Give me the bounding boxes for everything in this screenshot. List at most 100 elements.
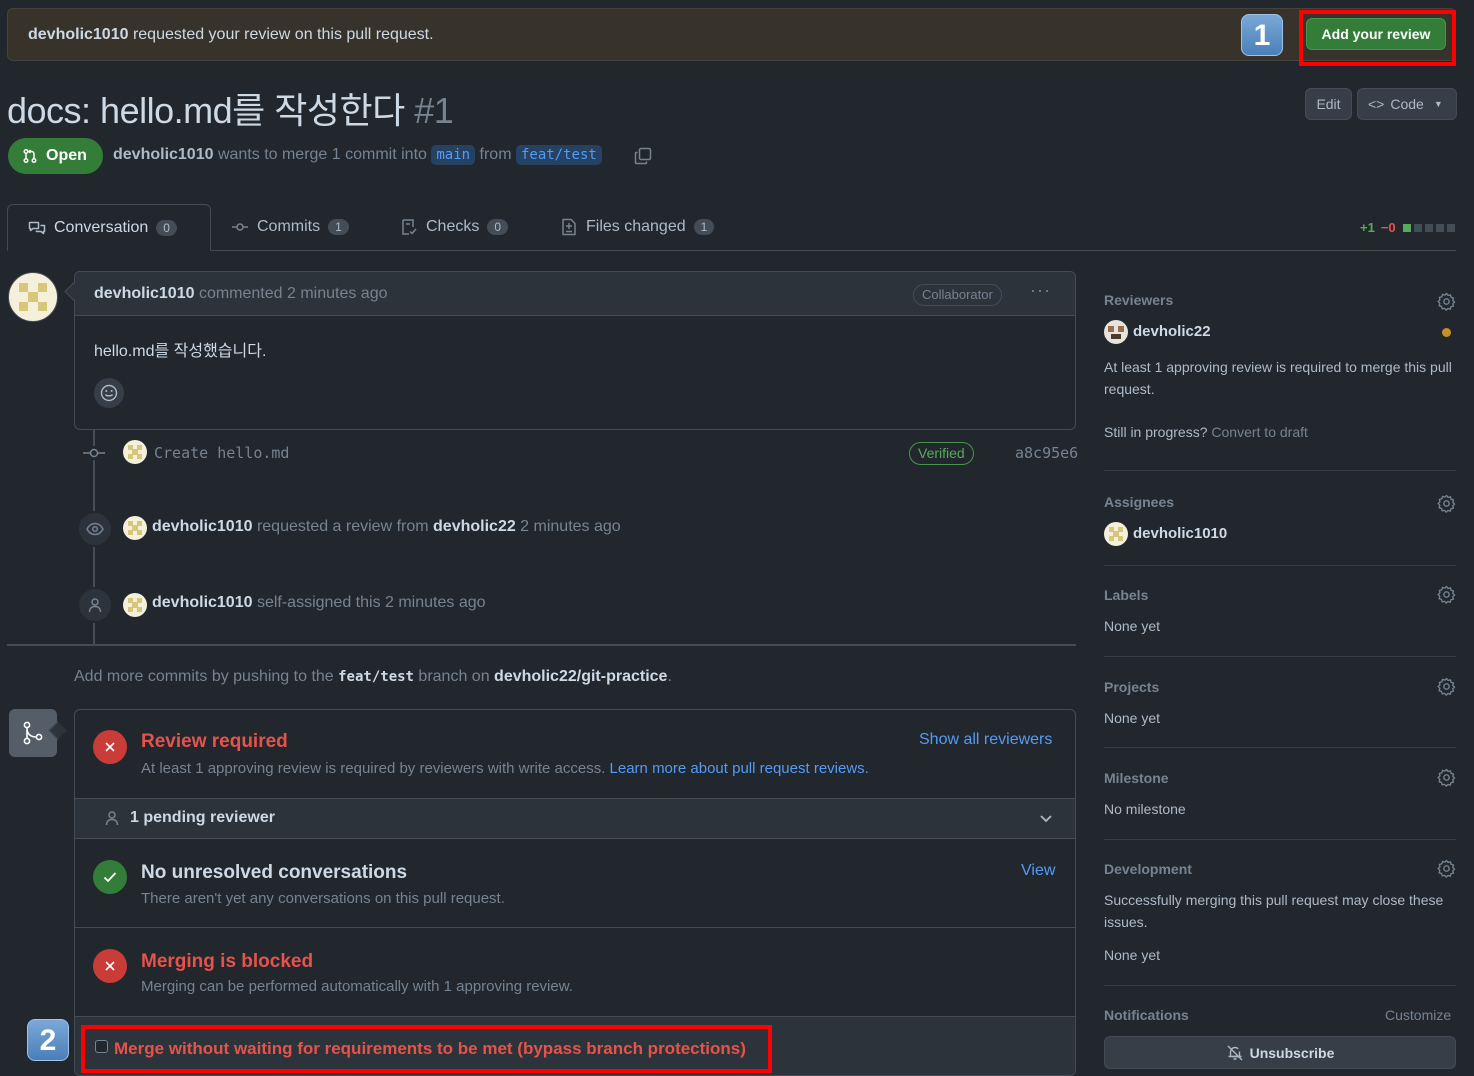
development-note: Successfully merging this pull request m… xyxy=(1104,892,1444,930)
pending-reviewer-row[interactable]: 1 pending reviewer xyxy=(75,798,1075,839)
event-user-link[interactable]: devholic1010 xyxy=(152,518,253,535)
tab-checks[interactable]: Checks 0 xyxy=(400,218,509,236)
commit-sha-link[interactable]: a8c95e6 xyxy=(1015,444,1078,462)
review-request-event: devholic1010 requested a review from dev… xyxy=(152,518,621,536)
avatar[interactable] xyxy=(1104,522,1128,546)
add-your-review-button[interactable]: Add your review xyxy=(1306,18,1446,50)
push-hint-prefix: Add more commits by pushing to the xyxy=(74,668,339,685)
comment-box: devholic1010 commented 2 minutes ago Col… xyxy=(74,271,1076,430)
tab-conversation-count: 0 xyxy=(156,219,177,236)
review-required-section: Review required At least 1 approving rev… xyxy=(75,710,1075,798)
self-assign-event: devholic1010 self-assigned this 2 minute… xyxy=(152,594,486,612)
reviewers-heading[interactable]: Reviewers xyxy=(1104,292,1173,308)
merge-box: Review required At least 1 approving rev… xyxy=(74,709,1076,1076)
still-in-progress: Still in progress? xyxy=(1104,424,1208,440)
smiley-icon xyxy=(100,384,118,402)
head-branch-link[interactable]: feat/test xyxy=(515,145,602,165)
view-conversations-link[interactable]: View xyxy=(1021,862,1055,880)
sidebar-divider xyxy=(1104,985,1456,986)
push-hint-suffix: . xyxy=(667,668,672,685)
banner-message: requested your review on this pull reque… xyxy=(128,26,434,43)
base-branch-link[interactable]: main xyxy=(431,145,476,165)
event-user-link[interactable]: devholic1010 xyxy=(152,594,253,611)
convert-to-draft-link[interactable]: Convert to draft xyxy=(1208,424,1308,440)
banner-text: devholic1010 requested your review on th… xyxy=(28,26,434,44)
comment-body: hello.md를 작성했습니다. xyxy=(94,343,267,360)
avatar[interactable] xyxy=(123,516,147,540)
show-all-reviewers-link[interactable]: Show all reviewers xyxy=(919,731,1052,749)
check-circle-icon xyxy=(93,860,127,894)
commit-icon xyxy=(232,223,248,231)
gear-icon[interactable] xyxy=(1437,292,1456,311)
pr-number: #1 xyxy=(414,90,454,131)
event-text: requested a review from xyxy=(252,518,434,535)
development-value: None yet xyxy=(1104,947,1161,963)
diffstat-block xyxy=(1446,223,1455,232)
bypass-label[interactable]: Merge without waiting for requirements t… xyxy=(114,1039,746,1059)
commit-message-link[interactable]: Create hello.md xyxy=(154,444,289,462)
review-required-text: At least 1 approving review is required … xyxy=(141,760,610,777)
page-title: docs: hello.md를 작성한다 #1 xyxy=(7,82,454,134)
assignees-heading[interactable]: Assignees xyxy=(1104,494,1174,510)
milestone-heading[interactable]: Milestone xyxy=(1104,770,1169,786)
reviewer-link[interactable]: devholic22 xyxy=(1133,321,1211,343)
sidebar-divider xyxy=(1104,839,1456,840)
file-diff-icon xyxy=(562,218,576,236)
add-reaction-button[interactable] xyxy=(94,378,124,408)
merge-summary: devholic1010 wants to merge 1 commit int… xyxy=(113,145,602,165)
pr-author-link[interactable]: devholic1010 xyxy=(113,146,214,163)
projects-heading[interactable]: Projects xyxy=(1104,679,1159,695)
pending-reviewer-label: 1 pending reviewer xyxy=(130,809,275,826)
gear-icon[interactable] xyxy=(1437,677,1456,696)
learn-more-link[interactable]: Learn more about pull request reviews. xyxy=(610,760,869,777)
push-hint: Add more commits by pushing to the feat/… xyxy=(74,668,672,686)
git-merge-icon xyxy=(9,709,57,757)
diffstat: +1 −0 xyxy=(1360,220,1455,235)
avatar[interactable] xyxy=(8,272,58,322)
code-button[interactable]: <> Code ▼ xyxy=(1357,88,1457,120)
avatar[interactable] xyxy=(1104,320,1128,344)
draft-hint: Still in progress? Convert to draft xyxy=(1104,421,1308,443)
tab-conversation[interactable]: Conversation 0 xyxy=(7,204,211,251)
kebab-menu-icon[interactable]: ··· xyxy=(1030,280,1051,301)
avatar[interactable] xyxy=(123,440,147,464)
review-request-banner: devholic1010 requested your review on th… xyxy=(7,8,1456,61)
avatar[interactable] xyxy=(123,593,147,617)
verified-badge[interactable]: Verified xyxy=(909,442,974,465)
bell-slash-icon xyxy=(1227,1045,1243,1060)
gear-icon[interactable] xyxy=(1437,859,1456,878)
diff-additions: +1 xyxy=(1360,220,1375,235)
push-hint-middle: branch on xyxy=(413,668,495,685)
tabs-divider xyxy=(7,250,1456,251)
assignee-link[interactable]: devholic1010 xyxy=(1133,523,1227,545)
comment-author-link[interactable]: devholic1010 xyxy=(94,285,195,302)
development-heading[interactable]: Development xyxy=(1104,861,1192,877)
sidebar-divider xyxy=(1104,565,1456,566)
copy-icon[interactable] xyxy=(634,147,652,165)
labels-heading[interactable]: Labels xyxy=(1104,587,1148,603)
step-badge-2: 2 xyxy=(27,1019,69,1061)
review-required-title: Review required xyxy=(141,731,288,752)
customize-link[interactable]: Customize xyxy=(1385,1007,1451,1023)
unsubscribe-button[interactable]: Unsubscribe xyxy=(1104,1036,1456,1069)
comment-header: devholic1010 commented 2 minutes ago Col… xyxy=(75,272,1075,316)
tab-commits-label: Commits xyxy=(257,218,321,235)
repo-link[interactable]: devholic22/git-practice xyxy=(494,668,667,685)
tab-checks-count: 0 xyxy=(487,219,509,235)
gear-icon[interactable] xyxy=(1437,494,1456,513)
comment-time[interactable]: commented 2 minutes ago xyxy=(195,285,388,302)
bypass-checkbox[interactable] xyxy=(95,1040,108,1053)
labels-value: None yet xyxy=(1104,618,1161,634)
diffstat-block-added xyxy=(1402,223,1411,232)
banner-user[interactable]: devholic1010 xyxy=(28,26,129,43)
gear-icon[interactable] xyxy=(1437,768,1456,787)
event-time[interactable]: 2 minutes ago xyxy=(516,518,621,535)
person-icon xyxy=(105,811,119,826)
tab-files-changed[interactable]: Files changed 1 xyxy=(560,218,715,236)
event-target-link[interactable]: devholic22 xyxy=(433,518,516,535)
x-circle-icon xyxy=(93,949,127,983)
gear-icon[interactable] xyxy=(1437,585,1456,604)
tab-commits[interactable]: Commits 1 xyxy=(231,218,349,236)
edit-button[interactable]: Edit xyxy=(1305,88,1352,120)
event-text: self-assigned this 2 minutes ago xyxy=(252,594,486,611)
